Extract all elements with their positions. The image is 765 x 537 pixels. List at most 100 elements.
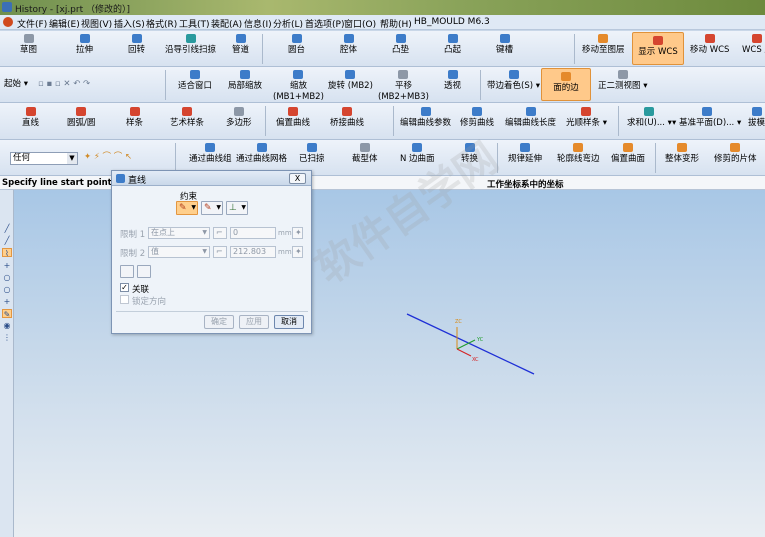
- sketch-line[interactable]: [406, 313, 535, 375]
- perspective-button[interactable]: 透视: [444, 70, 461, 92]
- slot-button[interactable]: 键槽: [496, 34, 513, 56]
- zoom-area-icon: [240, 70, 250, 79]
- pocket-button[interactable]: 腔体: [340, 34, 357, 56]
- quick-access-icons[interactable]: ▫ ▪ ▫ ✕ ↶ ↷: [38, 79, 90, 90]
- edit-curve-length-icon: [525, 107, 536, 116]
- line-button[interactable]: 直线: [22, 107, 39, 129]
- pad-button[interactable]: 凸垫: [392, 34, 409, 56]
- trimmed-sheet-button[interactable]: 修剪的片体: [714, 143, 757, 165]
- trim-curve-button[interactable]: 修剪曲线: [460, 107, 494, 129]
- sweep-along-guide-button[interactable]: 沿导引线扫掠: [165, 34, 216, 56]
- emboss-button[interactable]: 凸起: [444, 34, 461, 56]
- contour-flange-button[interactable]: 轮廓线弯边: [557, 143, 600, 165]
- polygon-button[interactable]: 多边形: [226, 107, 252, 129]
- boss-button[interactable]: 圆台: [288, 34, 305, 56]
- cancel-button[interactable]: 取消: [274, 315, 304, 329]
- separator: [574, 34, 575, 64]
- line-tool-2-icon[interactable]: ╱: [2, 236, 12, 245]
- draft-button[interactable]: 拔模: [748, 107, 765, 129]
- face-edges-button[interactable]: 面的边: [541, 68, 591, 101]
- n-sided-surface-button[interactable]: N 边曲面: [400, 143, 435, 165]
- tube-button[interactable]: 管道: [232, 34, 249, 56]
- offset-surface-button[interactable]: 偏置曲面: [611, 143, 645, 165]
- through-curves-button[interactable]: 通过曲线组: [189, 143, 232, 165]
- display-wcs-button[interactable]: 显示 WCS: [632, 32, 684, 65]
- law-extension-button[interactable]: 规律延伸: [508, 143, 542, 165]
- associative-checkbox[interactable]: ✓: [120, 283, 129, 292]
- curve-tool-icon[interactable]: ⌇: [2, 248, 12, 258]
- snap-tool-icon[interactable]: ✎: [2, 309, 12, 319]
- menu-preferences[interactable]: 首选项(P): [305, 17, 344, 30]
- line-tool-icon[interactable]: ╱: [2, 224, 12, 233]
- edit-curve-length-button[interactable]: 编辑曲线长度: [505, 107, 556, 129]
- menu-edit[interactable]: 编辑(E): [49, 17, 80, 30]
- selection-filter-dropdown[interactable]: 任何 ▼: [10, 152, 78, 165]
- close-button[interactable]: X: [289, 173, 306, 184]
- layer-tool-icon[interactable]: ◉: [2, 321, 12, 330]
- limit1-spin[interactable]: ✦: [292, 227, 303, 239]
- start-point-constraint-button[interactable]: ✎ ▼: [176, 201, 198, 215]
- zoom-button[interactable]: 缩放 (MB1+MB2): [273, 70, 324, 103]
- section-body-button[interactable]: 截型体: [352, 143, 378, 165]
- smooth-spline-button[interactable]: 光顺样条 ▾: [566, 107, 607, 129]
- circle-tool-icon[interactable]: ○: [2, 273, 12, 282]
- limit2-value-input[interactable]: 212.803: [230, 246, 276, 258]
- limit1-expr-button[interactable]: ⌐: [213, 227, 227, 239]
- lock-direction-checkbox[interactable]: [120, 295, 129, 304]
- point-tool-icon[interactable]: +: [2, 261, 12, 270]
- point-orange-icon[interactable]: +: [2, 297, 12, 306]
- unite-button[interactable]: 求和(U)... ▾: [627, 107, 672, 129]
- left-tool-palette: ╱ ╱ ⌇ + ○ ○ + ✎ ◉ ⋮: [0, 190, 14, 537]
- menu-help[interactable]: 帮助(H): [380, 17, 412, 30]
- menu-format[interactable]: 格式(R): [146, 17, 177, 30]
- edit-curve-params-button[interactable]: 编辑曲线参数: [400, 107, 451, 129]
- menu-insert[interactable]: 插入(S): [114, 17, 145, 30]
- shaded-with-edges-button[interactable]: 带边着色(S) ▾: [487, 70, 540, 92]
- wcs-xc-label: XC: [472, 357, 479, 363]
- menu-window[interactable]: 窗口(O): [344, 17, 376, 30]
- global-shaping-button[interactable]: 整体变形: [665, 143, 699, 165]
- wcs-origin-button[interactable]: WCS 原: [742, 34, 765, 56]
- limit1-value-input[interactable]: 0: [230, 227, 276, 239]
- arc-circle-button[interactable]: 圆弧/圆: [67, 107, 95, 129]
- extrude-button[interactable]: 拉伸: [76, 34, 93, 56]
- limit2-spin[interactable]: ✦: [292, 246, 303, 258]
- menu-tools[interactable]: 工具(T): [179, 17, 210, 30]
- plane-options-icon[interactable]: [120, 265, 134, 278]
- menu-analysis[interactable]: 分析(L): [273, 17, 303, 30]
- menu-info[interactable]: 信息(I): [244, 17, 272, 30]
- limit2-expr-button[interactable]: ⌐: [213, 246, 227, 258]
- rotate-button[interactable]: 旋转 (MB2): [328, 70, 373, 92]
- fit-button[interactable]: 适合窗口: [178, 70, 212, 92]
- move-wcs-button[interactable]: 移动 WCS: [690, 34, 729, 56]
- move-to-layer-button[interactable]: 移动至图层: [582, 34, 625, 56]
- datum-plane-button[interactable]: ▾ 基准平面(D)... ▾: [672, 107, 741, 129]
- circle-tool-2-icon[interactable]: ○: [2, 285, 12, 294]
- zoom-area-button[interactable]: 局部缩放: [228, 70, 262, 92]
- more-tools-icon[interactable]: ⋮: [2, 333, 12, 342]
- reset-icon[interactable]: [137, 265, 151, 278]
- plane-constraint-button[interactable]: ⊥ ▼: [226, 201, 248, 215]
- menu-file[interactable]: 文件(F): [17, 17, 47, 30]
- transform-button[interactable]: 转换: [461, 143, 478, 165]
- menu-assembly[interactable]: 装配(A): [211, 17, 242, 30]
- offset-curve-button[interactable]: 偏置曲线: [276, 107, 310, 129]
- studio-spline-button[interactable]: 艺术样条: [170, 107, 204, 129]
- swept-button[interactable]: 已扫掠: [299, 143, 325, 165]
- selection-tools-icons[interactable]: ✦ ⚡ ⌒ ⌒ ↖: [84, 152, 132, 163]
- limit2-select[interactable]: 值 ▼: [148, 246, 210, 258]
- apply-button[interactable]: 应用: [239, 315, 269, 329]
- ok-button[interactable]: 确定: [204, 315, 234, 329]
- spline-button[interactable]: 样条: [126, 107, 143, 129]
- start-button[interactable]: 起始 ▾: [4, 79, 28, 90]
- revolve-button[interactable]: 回转: [128, 34, 145, 56]
- sketch-button[interactable]: 草图: [20, 34, 37, 56]
- menu-view[interactable]: 视图(V): [81, 17, 112, 30]
- bridge-curve-button[interactable]: 桥接曲线: [330, 107, 364, 129]
- limit1-select[interactable]: 在点上 ▼: [148, 227, 210, 239]
- pan-button[interactable]: 平移 (MB2+MB3): [378, 70, 429, 103]
- through-curve-mesh-button[interactable]: 通过曲线网格: [236, 143, 287, 165]
- end-point-constraint-button[interactable]: ✎ ▼: [201, 201, 223, 215]
- menu-hb-mould[interactable]: HB_MOULD M6.3: [414, 17, 490, 27]
- dimetric-view-button[interactable]: 正二测视图 ▾: [598, 70, 647, 92]
